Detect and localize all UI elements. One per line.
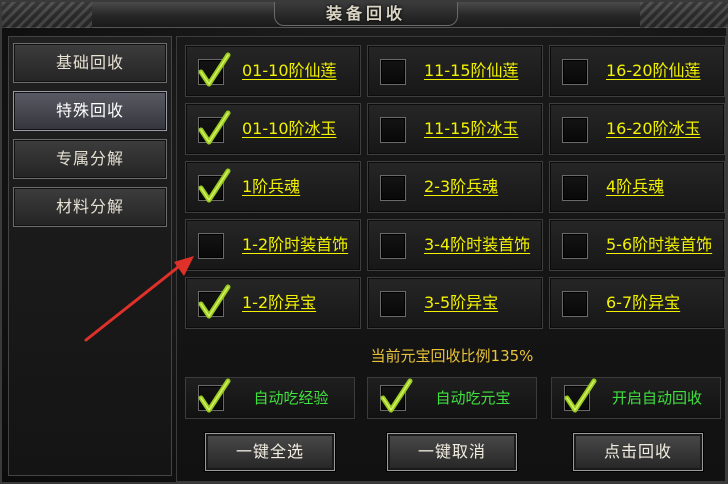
- recycle-option-cell[interactable]: 3-5阶异宝: [367, 277, 543, 329]
- recycle-option-cell[interactable]: 6-7阶异宝: [549, 277, 725, 329]
- checkbox-unchecked[interactable]: [562, 59, 588, 85]
- checkbox-checked[interactable]: [198, 168, 231, 203]
- auto-option-label: 开启自动回收: [611, 389, 702, 407]
- auto-option-label: 自动吃元宝: [435, 389, 511, 407]
- recycle-option-cell[interactable]: 1阶兵魂: [185, 161, 361, 213]
- checkbox-checked[interactable]: [198, 110, 231, 145]
- auto-option-label: 自动吃经验: [253, 389, 329, 407]
- recycle-option-label: 1-2阶时装首饰: [242, 235, 349, 254]
- title-ornament-left: [2, 2, 92, 28]
- recycle-option-label: 1阶兵魂: [242, 177, 301, 196]
- title-bar: 装备回收: [2, 2, 728, 28]
- checkbox-checked[interactable]: [380, 378, 413, 413]
- cancel-all-button[interactable]: 一键取消: [387, 433, 517, 471]
- recycle-option-cell[interactable]: 5-6阶时装首饰: [549, 219, 725, 271]
- checkbox-unchecked[interactable]: [380, 59, 406, 85]
- recycle-option-label: 5-6阶时装首饰: [606, 235, 713, 254]
- recycle-option-cell[interactable]: 11-15阶冰玉: [367, 103, 543, 155]
- checkbox-unchecked[interactable]: [562, 233, 588, 259]
- recycle-option-label: 6-7阶异宝: [606, 293, 681, 312]
- recycle-option-label: 4阶兵魂: [606, 177, 665, 196]
- checkmark-icon: [198, 284, 231, 319]
- select-all-button[interactable]: 一键全选: [205, 433, 335, 471]
- checkbox-unchecked[interactable]: [380, 291, 406, 317]
- recycle-option-label: 16-20阶冰玉: [606, 119, 701, 138]
- recycle-option-label: 3-5阶异宝: [424, 293, 499, 312]
- checkbox-checked[interactable]: [564, 378, 597, 413]
- checkbox-unchecked[interactable]: [562, 117, 588, 143]
- title-ornament-right: [640, 2, 728, 28]
- recycle-option-label: 1-2阶异宝: [242, 293, 317, 312]
- recycle-button[interactable]: 点击回收: [573, 433, 703, 471]
- checkmark-icon: [198, 378, 231, 413]
- recycle-option-cell[interactable]: 1-2阶异宝: [185, 277, 361, 329]
- checkbox-unchecked[interactable]: [380, 117, 406, 143]
- checkmark-icon: [380, 378, 413, 413]
- auto-option-cell[interactable]: 开启自动回收: [551, 377, 721, 419]
- checkmark-icon: [198, 168, 231, 203]
- recycle-option-cell[interactable]: 1-2阶时装首饰: [185, 219, 361, 271]
- recycle-option-label: 11-15阶仙莲: [424, 61, 519, 80]
- pointer-arrow-icon: [84, 256, 194, 342]
- recycle-option-cell[interactable]: 16-20阶冰玉: [549, 103, 725, 155]
- recycle-window: 装备回收 基础回收 特殊回收 专属分解 材料分解 01-10阶仙莲 11-15阶仙…: [0, 0, 728, 484]
- recycle-option-cell[interactable]: 11-15阶仙莲: [367, 45, 543, 97]
- recycle-option-label: 11-15阶冰玉: [424, 119, 519, 138]
- auto-option-cell[interactable]: 自动吃经验: [185, 377, 355, 419]
- recycle-option-label: 01-10阶冰玉: [242, 119, 337, 138]
- auto-option-cell[interactable]: 自动吃元宝: [367, 377, 537, 419]
- ingot-ratio-text: 当前元宝回收比例135%: [370, 347, 534, 365]
- window-title: 装备回收: [274, 2, 458, 26]
- recycle-option-label: 3-4阶时装首饰: [424, 235, 531, 254]
- recycle-option-cell[interactable]: 3-4阶时装首饰: [367, 219, 543, 271]
- recycle-option-cell[interactable]: 4阶兵魂: [549, 161, 725, 213]
- sidebar-item-special-recycle[interactable]: 特殊回收: [13, 91, 167, 131]
- recycle-option-cell[interactable]: 01-10阶仙莲: [185, 45, 361, 97]
- sidebar-item-exclusive-decompose[interactable]: 专属分解: [13, 139, 167, 179]
- sidebar-item-material-decompose[interactable]: 材料分解: [13, 187, 167, 227]
- recycle-options-panel: 01-10阶仙莲 11-15阶仙莲 16-20阶仙莲 01-10阶冰玉 11-15阶冰玉…: [176, 36, 726, 482]
- recycle-option-label: 16-20阶仙莲: [606, 61, 701, 80]
- checkbox-checked[interactable]: [198, 52, 231, 87]
- recycle-option-cell[interactable]: 01-10阶冰玉: [185, 103, 361, 155]
- checkbox-unchecked[interactable]: [380, 175, 406, 201]
- recycle-option-cell[interactable]: 16-20阶仙莲: [549, 45, 725, 97]
- checkbox-unchecked[interactable]: [380, 233, 406, 259]
- checkmark-icon: [564, 378, 597, 413]
- checkbox-unchecked[interactable]: [562, 175, 588, 201]
- recycle-option-cell[interactable]: 2-3阶兵魂: [367, 161, 543, 213]
- recycle-option-label: 01-10阶仙莲: [242, 61, 337, 80]
- checkbox-checked[interactable]: [198, 378, 231, 413]
- sidebar-item-basic-recycle[interactable]: 基础回收: [13, 43, 167, 83]
- checkbox-unchecked[interactable]: [562, 291, 588, 317]
- checkmark-icon: [198, 110, 231, 145]
- recycle-option-label: 2-3阶兵魂: [424, 177, 499, 196]
- checkmark-icon: [198, 52, 231, 87]
